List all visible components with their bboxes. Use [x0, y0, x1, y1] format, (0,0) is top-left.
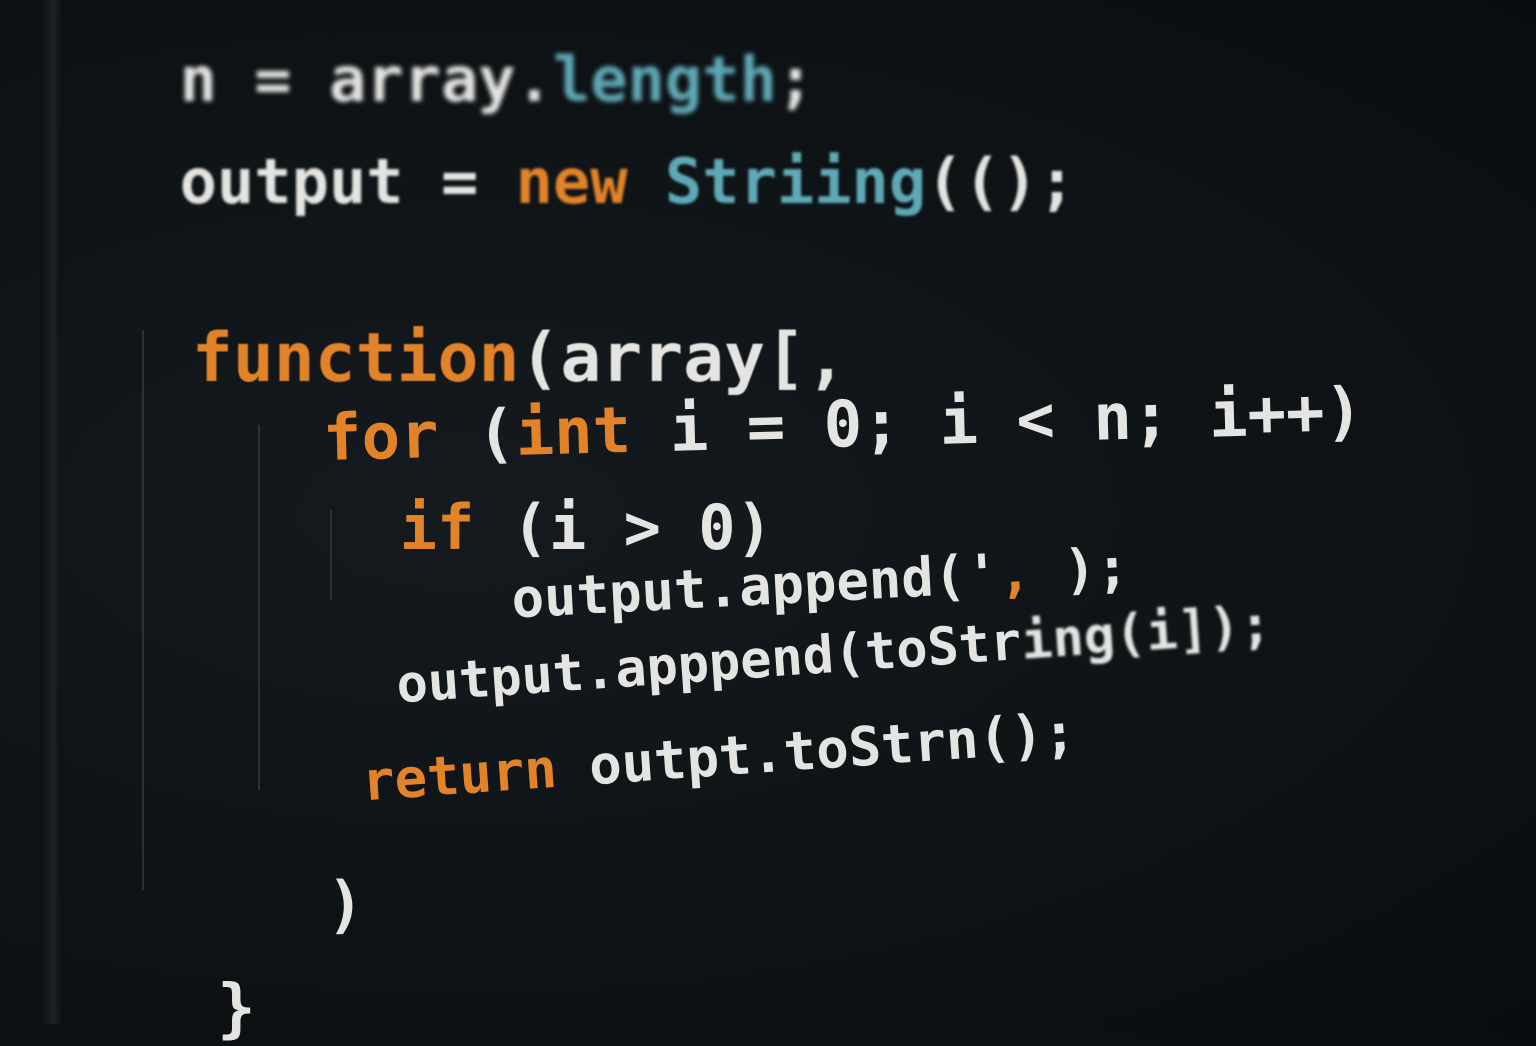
code-token: Striing — [664, 145, 927, 218]
code-token: return — [359, 736, 559, 814]
code-token: ) — [326, 868, 364, 941]
code-line-2: output = new Striing((); — [105, 72, 1076, 218]
code-token: } — [217, 972, 256, 1046]
indent-guide — [258, 425, 260, 790]
editor-left-border — [40, 0, 62, 1024]
code-token: ((); — [926, 145, 1076, 218]
code-token: new — [515, 145, 628, 218]
code-line-close-paren: ) — [252, 795, 364, 941]
code-token: output = — [179, 145, 516, 218]
code-token: outpt.toStrn(); — [554, 700, 1078, 800]
indent-guide — [142, 330, 144, 890]
